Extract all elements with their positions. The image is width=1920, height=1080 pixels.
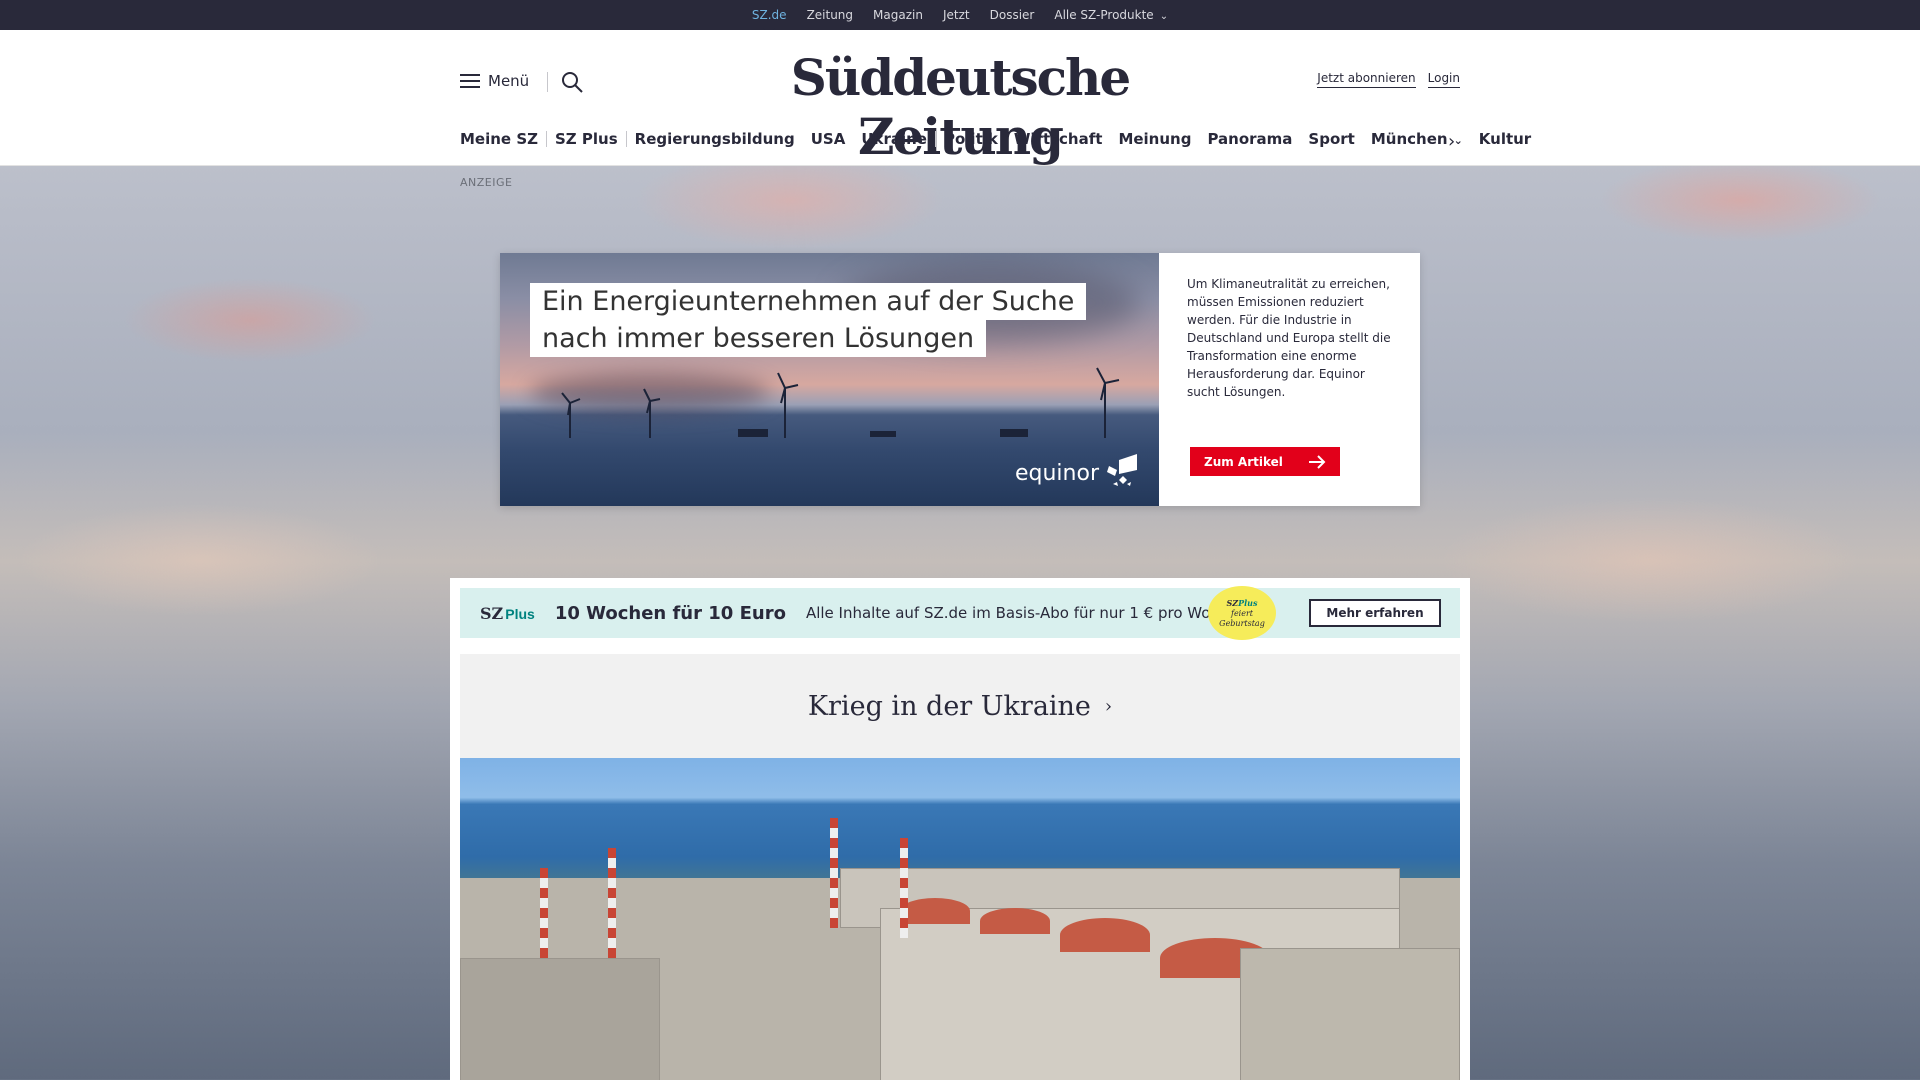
hamburger-icon — [460, 74, 480, 88]
sz-plus-logo-sz: SZ — [480, 603, 504, 623]
ad-label: ANZEIGE — [460, 176, 513, 189]
topbar-link-zeitung[interactable]: Zeitung — [807, 8, 853, 22]
equinor-star-icon — [1107, 454, 1137, 486]
ad-headline-line1: Ein Energieunternehmen auf der Suche — [530, 283, 1087, 320]
nav-item-regierungsbildung[interactable]: Regierungsbildung — [627, 130, 803, 148]
login-link[interactable]: Login — [1427, 71, 1460, 88]
ad-image: Ein Energieunternehmen auf der Suche nac… — [500, 253, 1159, 506]
nav-item-panorama[interactable]: Panorama — [1199, 130, 1300, 148]
chevron-right-icon[interactable]: › — [1448, 131, 1455, 152]
sz-plus-promo[interactable]: SZ Plus 10 Wochen für 10 Euro Alle Inhalt… — [460, 586, 1460, 640]
topic-header[interactable]: Krieg in der Ukraine › — [460, 654, 1460, 758]
nav-item-sport[interactable]: Sport — [1300, 130, 1362, 148]
promo-text: Alle Inhalte auf SZ.de im Basis-Abo für … — [805, 604, 1243, 622]
ad-banner[interactable]: Ein Energieunternehmen auf der Suche nac… — [500, 253, 1420, 506]
account-links: Jetzt abonnieren Login — [1317, 71, 1460, 88]
topbar-products-label: Alle SZ-Produkte — [1054, 8, 1154, 22]
ad-cta-button[interactable]: Zum Artikel — [1190, 447, 1340, 476]
ad-body-text: Um Klimaneutralität zu erreichen, müssen… — [1187, 277, 1391, 399]
nav-item-wirtschaft[interactable]: Wirtschaft — [1006, 130, 1111, 148]
arrow-right-icon — [1309, 454, 1326, 469]
nav-item-kultur[interactable]: Kultur — [1471, 130, 1539, 148]
ad-headline-line2: nach immer besseren Lösungen — [530, 320, 987, 357]
ad-cta-label: Zum Artikel — [1204, 454, 1283, 469]
badge-line1: feiert — [1230, 609, 1254, 618]
badge-plus: Plus — [1238, 598, 1258, 608]
badge-line2: Geburtstag — [1219, 619, 1265, 628]
badge-sz: SZ — [1226, 598, 1239, 608]
article-photo[interactable] — [460, 758, 1460, 1080]
nav-item-meine-sz[interactable]: Meine SZ — [460, 130, 546, 148]
menu-button[interactable]: Menü — [460, 72, 529, 90]
topic-title: Krieg in der Ukraine — [807, 690, 1091, 722]
topbar-products-dropdown[interactable]: Alle SZ-Produkte ⌄ — [1054, 8, 1168, 22]
ad-headline: Ein Energieunternehmen auf der Suche nac… — [530, 283, 1087, 357]
sz-plus-logo-plus: Plus — [505, 605, 535, 622]
chevron-right-icon: › — [1104, 695, 1113, 717]
topbar-link-jetzt[interactable]: Jetzt — [943, 8, 970, 22]
nav-item-ukraine[interactable]: Ukraine — [853, 130, 935, 148]
nav-item-muenchen-label: München — [1370, 130, 1448, 148]
site-logo[interactable]: Süddeutsche Zeitung — [722, 48, 1198, 166]
main-nav: Meine SZ SZ Plus Regierungsbildung USA U… — [460, 130, 1539, 148]
header-divider — [547, 72, 548, 92]
chevron-down-icon: ⌄ — [1159, 11, 1169, 22]
topbar-link-magazin[interactable]: Magazin — [873, 8, 923, 22]
topbar-link-dossier[interactable]: Dossier — [990, 8, 1035, 22]
promo-headline: 10 Wochen für 10 Euro — [554, 602, 786, 624]
birthday-badge: SZPlus feiert Geburtstag — [1208, 586, 1276, 640]
nav-item-meinung[interactable]: Meinung — [1110, 130, 1199, 148]
top-bar: SZ.de Zeitung Magazin Jetzt Dossier Alle… — [0, 0, 1920, 34]
equinor-logo: equinor — [1015, 454, 1139, 492]
topbar-link-szde[interactable]: SZ.de — [752, 8, 787, 34]
sz-plus-logo: SZ Plus — [480, 604, 535, 623]
subscribe-link[interactable]: Jetzt abonnieren — [1317, 71, 1416, 88]
site-header: Menü Süddeutsche Zeitung Jetzt abonniere… — [0, 30, 1920, 166]
nav-item-politik[interactable]: Politik — [936, 130, 1006, 148]
nav-item-sz-plus[interactable]: SZ Plus — [547, 130, 626, 148]
nav-item-usa[interactable]: USA — [803, 130, 854, 148]
menu-label: Menü — [488, 72, 530, 90]
equinor-wordmark: equinor — [1014, 460, 1099, 486]
search-icon[interactable] — [560, 70, 584, 94]
main-content: SZ Plus 10 Wochen für 10 Euro Alle Inhalt… — [450, 578, 1470, 1080]
learn-more-button[interactable]: Mehr erfahren — [1309, 599, 1441, 627]
